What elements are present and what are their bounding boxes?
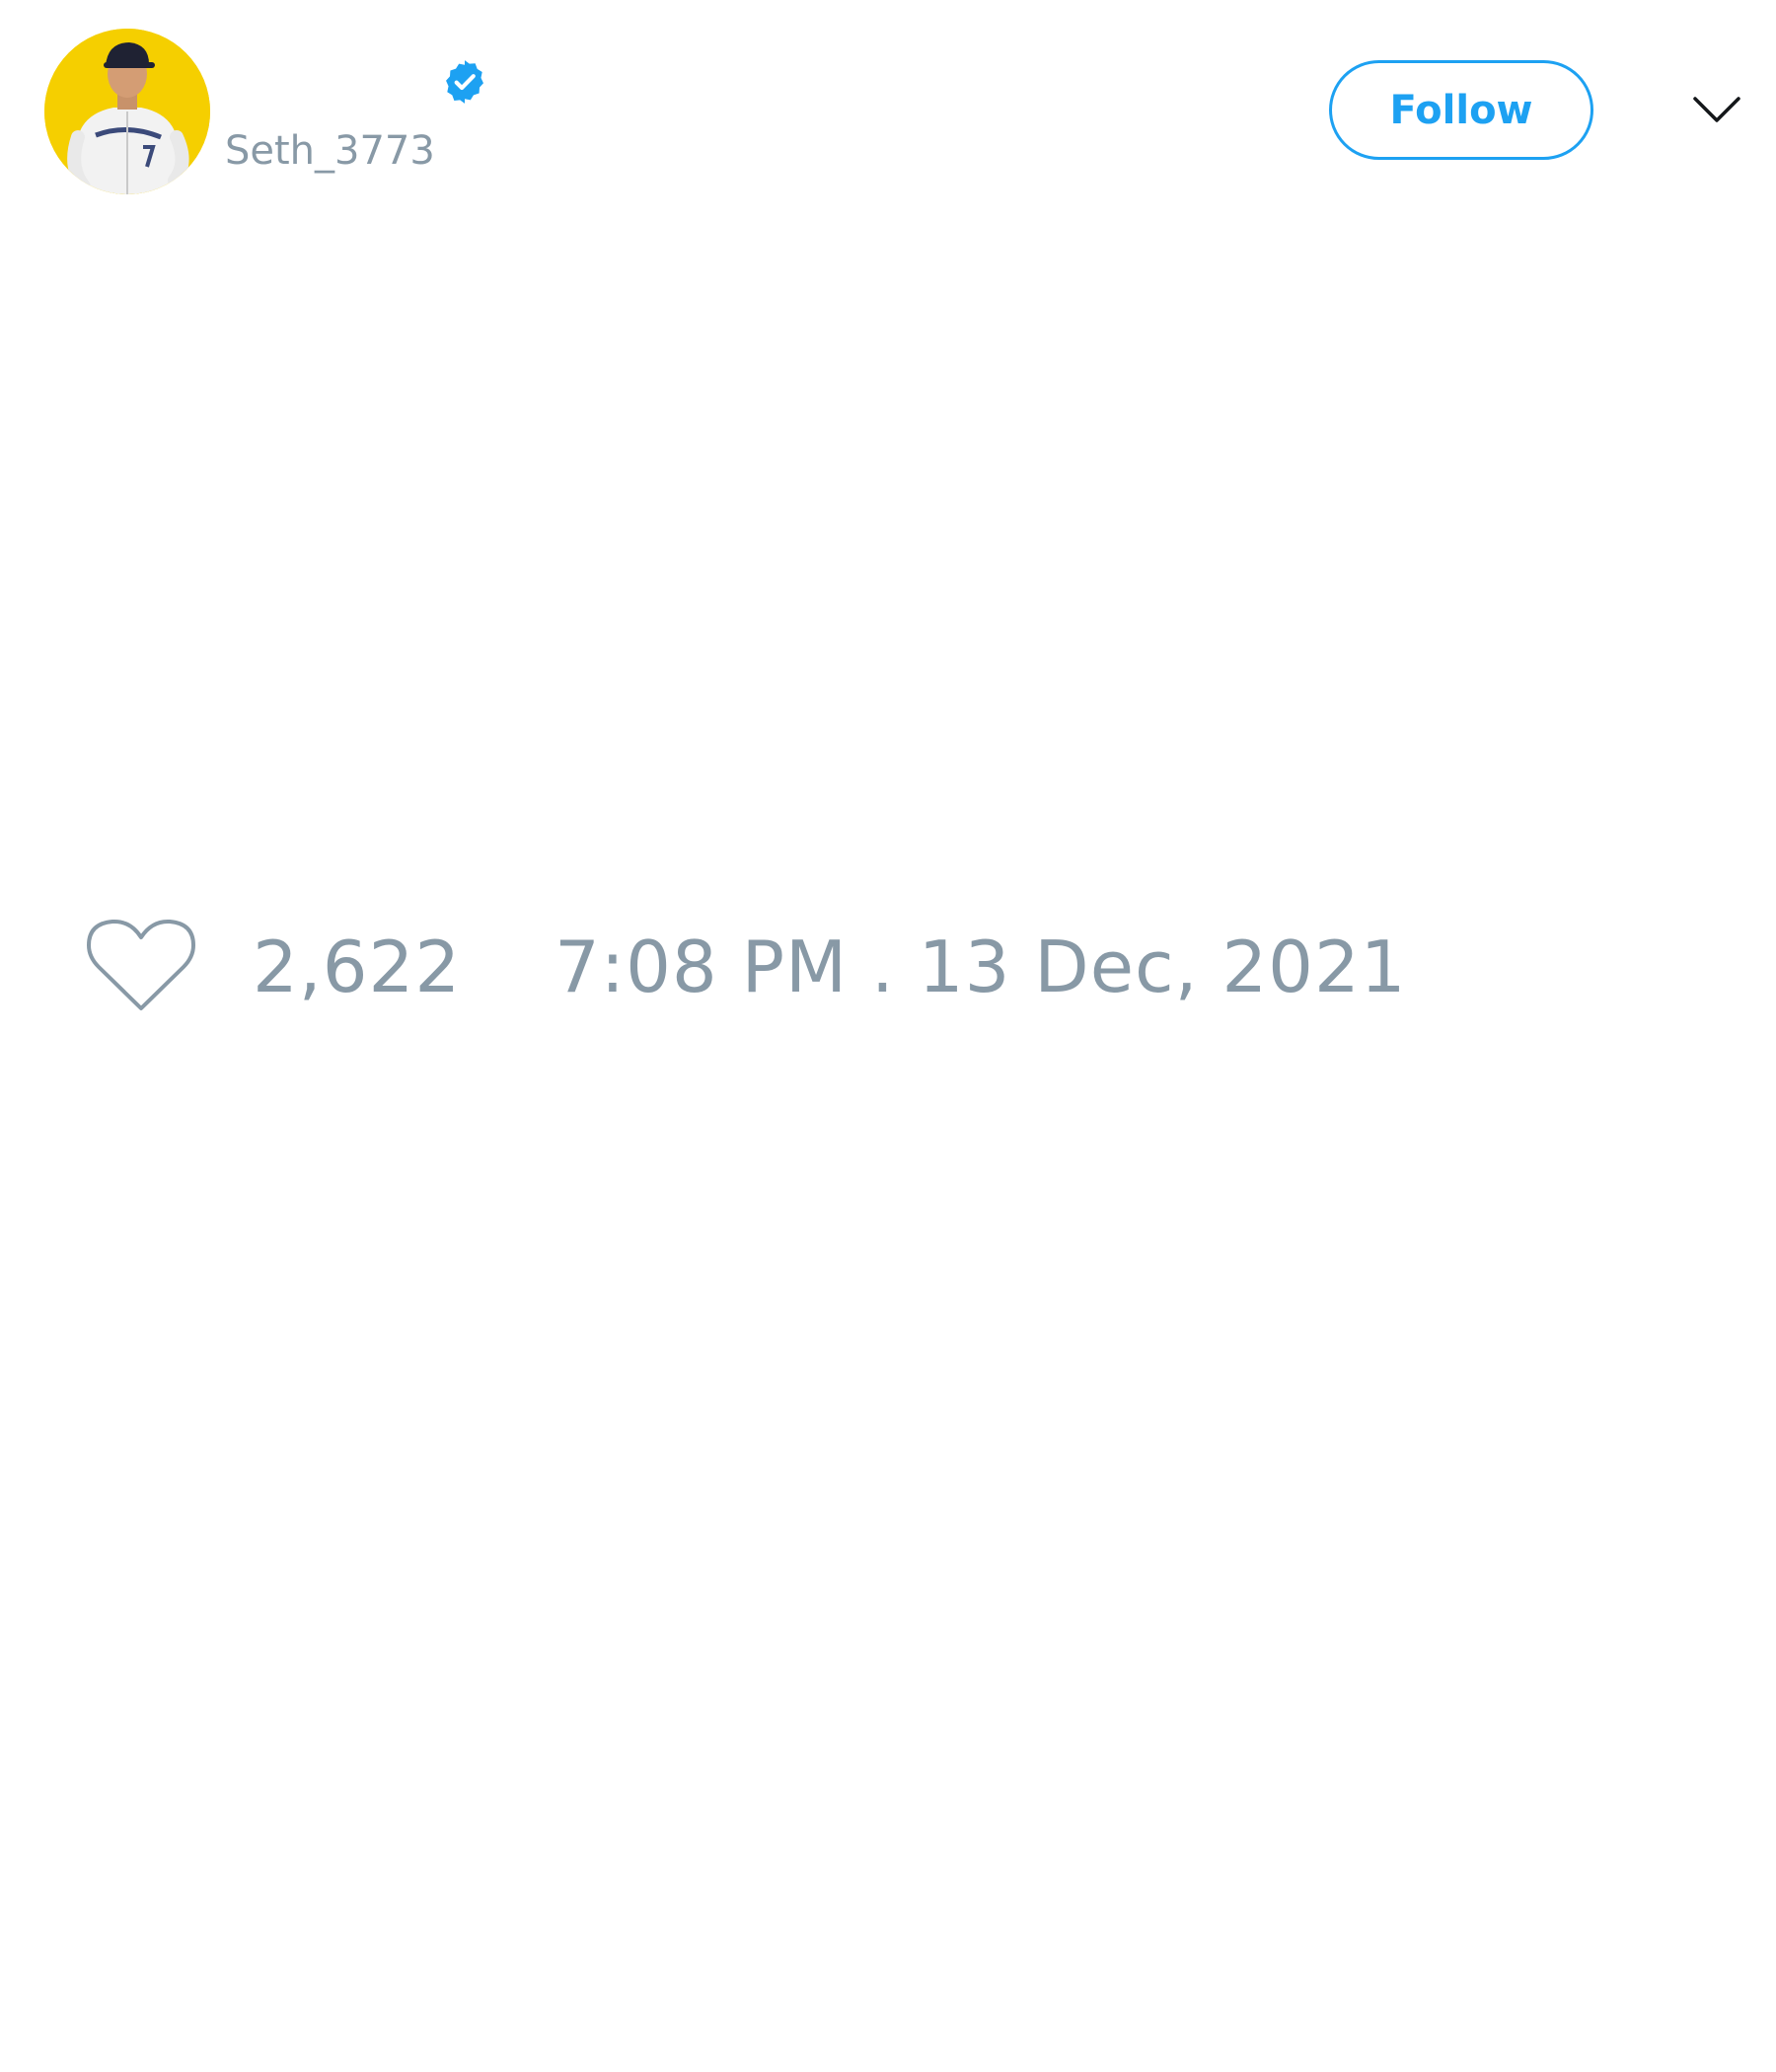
username[interactable]: Seth_3773 bbox=[225, 126, 435, 176]
like-count: 2,622 bbox=[253, 925, 462, 1008]
avatar[interactable] bbox=[44, 29, 210, 194]
heart-icon[interactable] bbox=[87, 918, 195, 1014]
verified-badge-icon bbox=[446, 60, 483, 104]
chevron-down-icon[interactable] bbox=[1691, 89, 1742, 128]
timestamp[interactable]: 7:08 PM . 13 Dec, 2021 bbox=[555, 927, 1407, 1006]
follow-button[interactable]: Follow bbox=[1329, 60, 1593, 160]
tweet-card: Seth_3773 Follow 2,622 7:08 PM . 13 Dec,… bbox=[0, 0, 1776, 2072]
baseball-player-avatar-icon bbox=[44, 29, 210, 194]
